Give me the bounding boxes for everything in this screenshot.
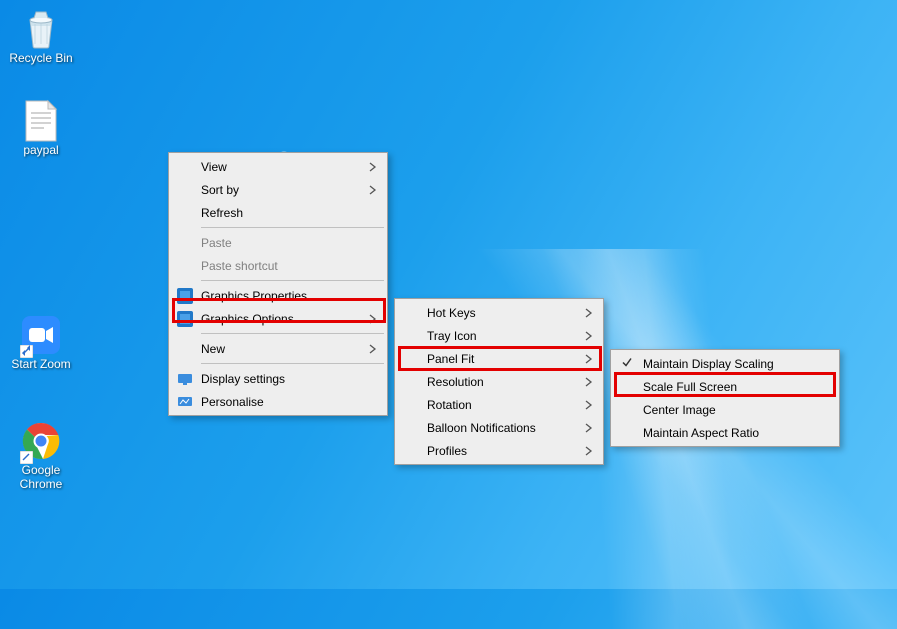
panel-fit-submenu: Maintain Display Scaling Scale Full Scre… — [610, 349, 840, 447]
menu-label: Panel Fit — [427, 352, 474, 366]
menu-item-graphics-properties[interactable]: Graphics Properties... — [171, 284, 385, 307]
icon-label: Recycle Bin — [4, 52, 78, 66]
menu-item-tray-icon[interactable]: Tray Icon — [397, 324, 601, 347]
menu-item-paste-shortcut: Paste shortcut — [171, 254, 385, 277]
menu-label: Rotation — [427, 398, 472, 412]
menu-label: Profiles — [427, 444, 467, 458]
menu-label: Sort by — [201, 183, 239, 197]
menu-label: Hot Keys — [427, 306, 476, 320]
desktop-icon-recycle-bin[interactable]: Recycle Bin — [4, 8, 78, 66]
menu-separator — [201, 280, 384, 281]
intel-graphics-icon — [177, 311, 193, 327]
recycle-bin-icon — [20, 8, 62, 50]
menu-label: Display settings — [201, 372, 285, 386]
menu-item-balloon-notifications[interactable]: Balloon Notifications — [397, 416, 601, 439]
chevron-right-icon — [369, 185, 377, 195]
chevron-right-icon — [585, 308, 593, 318]
graphics-options-submenu: Hot Keys Tray Icon Panel Fit Resolution … — [394, 298, 604, 465]
menu-item-maintain-aspect-ratio[interactable]: Maintain Aspect Ratio — [613, 421, 837, 444]
chevron-right-icon — [585, 423, 593, 433]
menu-item-rotation[interactable]: Rotation — [397, 393, 601, 416]
intel-graphics-icon — [177, 288, 193, 304]
menu-label: Maintain Display Scaling — [643, 357, 774, 371]
menu-item-resolution[interactable]: Resolution — [397, 370, 601, 393]
icon-label: Start Zoom — [4, 358, 78, 372]
menu-item-personalise[interactable]: Personalise — [171, 390, 385, 413]
desktop-icon-chrome[interactable]: Google Chrome — [4, 420, 78, 492]
menu-item-sort-by[interactable]: Sort by — [171, 178, 385, 201]
display-settings-icon — [177, 371, 193, 387]
icon-label: Google Chrome — [4, 464, 78, 492]
personalise-icon — [177, 394, 193, 410]
menu-label: Paste — [201, 236, 232, 250]
chevron-right-icon — [585, 377, 593, 387]
menu-label: Balloon Notifications — [427, 421, 536, 435]
menu-label: Center Image — [643, 403, 716, 417]
menu-label: Personalise — [201, 395, 264, 409]
menu-item-profiles[interactable]: Profiles — [397, 439, 601, 462]
desktop-icon-paypal[interactable]: paypal — [4, 100, 78, 158]
menu-separator — [201, 227, 384, 228]
menu-separator — [201, 363, 384, 364]
chevron-right-icon — [585, 331, 593, 341]
menu-item-new[interactable]: New — [171, 337, 385, 360]
menu-item-center-image[interactable]: Center Image — [613, 398, 837, 421]
chevron-right-icon — [585, 446, 593, 456]
menu-item-refresh[interactable]: Refresh — [171, 201, 385, 224]
menu-item-view[interactable]: View — [171, 155, 385, 178]
menu-label: View — [201, 160, 227, 174]
chevron-right-icon — [369, 162, 377, 172]
menu-item-display-settings[interactable]: Display settings — [171, 367, 385, 390]
menu-label: Graphics Options — [201, 312, 294, 326]
menu-label: Maintain Aspect Ratio — [643, 426, 759, 440]
chrome-icon — [20, 420, 62, 462]
chevron-right-icon — [585, 354, 593, 364]
zoom-icon — [20, 314, 62, 356]
menu-label: Scale Full Screen — [643, 380, 737, 394]
menu-item-graphics-options[interactable]: Graphics Options — [171, 307, 385, 330]
menu-label: Paste shortcut — [201, 259, 278, 273]
check-icon — [621, 356, 633, 371]
chevron-right-icon — [369, 344, 377, 354]
icon-label: paypal — [4, 144, 78, 158]
menu-item-panel-fit[interactable]: Panel Fit — [397, 347, 601, 370]
menu-label: Graphics Properties... — [201, 289, 317, 303]
menu-item-scale-full-screen[interactable]: Scale Full Screen — [613, 375, 837, 398]
menu-label: New — [201, 342, 225, 356]
desktop-icon-zoom[interactable]: Start Zoom — [4, 314, 78, 372]
menu-item-hot-keys[interactable]: Hot Keys — [397, 301, 601, 324]
menu-label: Tray Icon — [427, 329, 477, 343]
menu-item-paste: Paste — [171, 231, 385, 254]
chevron-right-icon — [585, 400, 593, 410]
text-file-icon — [20, 100, 62, 142]
menu-label: Resolution — [427, 375, 484, 389]
desktop-context-menu: View Sort by Refresh Paste Paste shortcu… — [168, 152, 388, 416]
menu-item-maintain-display-scaling[interactable]: Maintain Display Scaling — [613, 352, 837, 375]
menu-separator — [201, 333, 384, 334]
menu-label: Refresh — [201, 206, 243, 220]
chevron-right-icon — [369, 314, 377, 324]
